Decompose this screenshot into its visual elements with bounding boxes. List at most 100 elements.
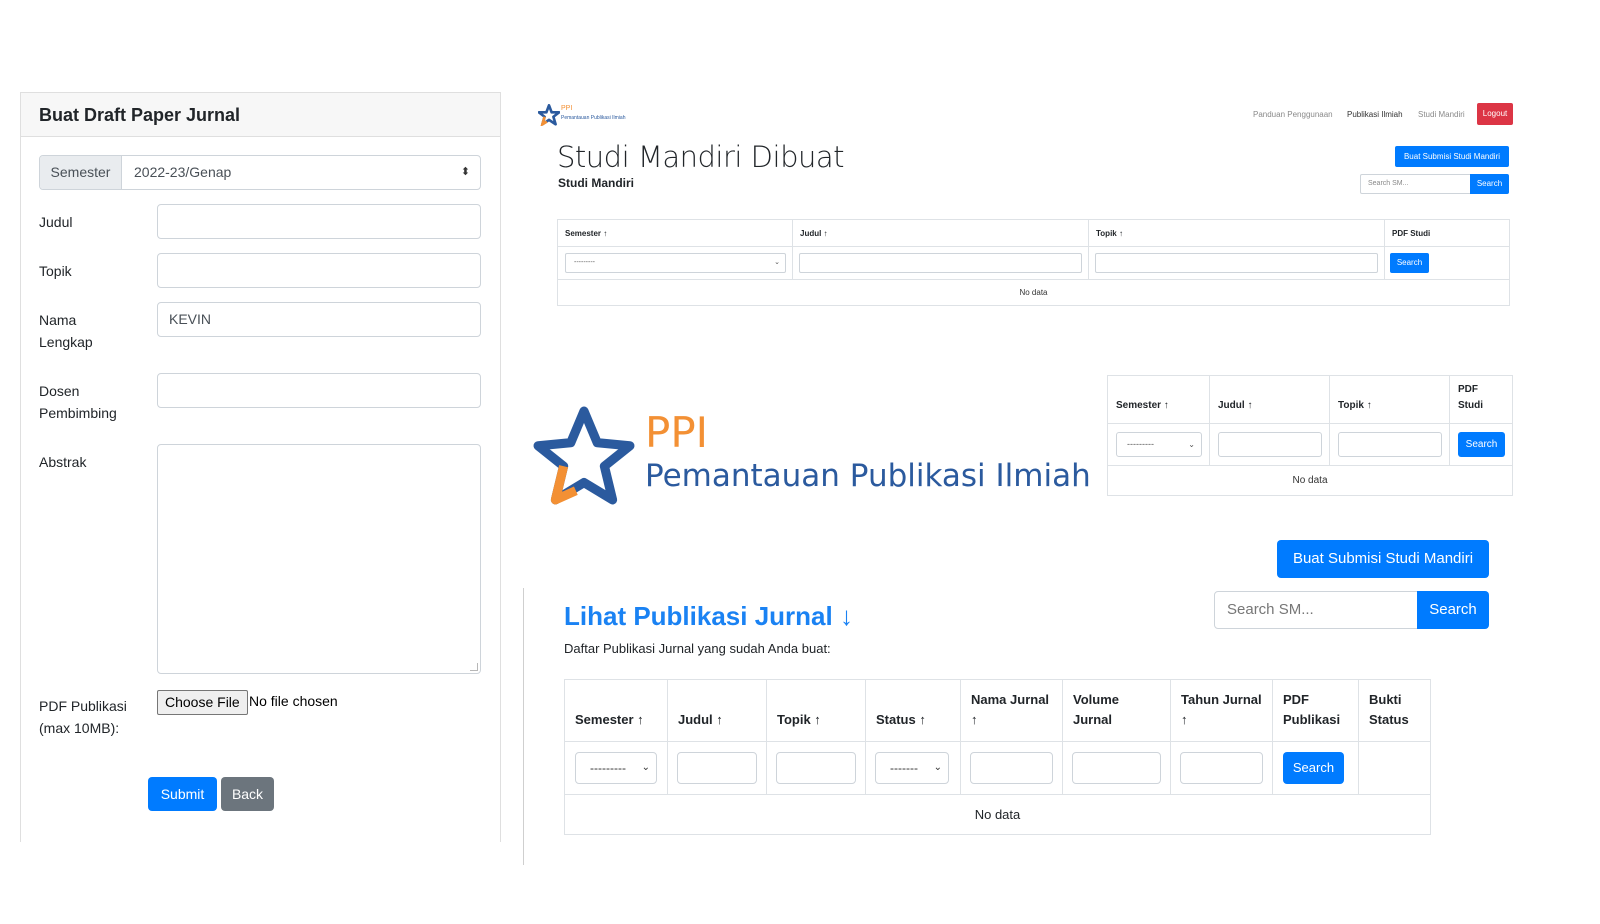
filter-cell <box>1171 742 1273 795</box>
table-header-text: Topik ↑ <box>777 712 821 727</box>
filter-cell: Search <box>1273 742 1359 795</box>
judul-filter-input[interactable] <box>1218 432 1322 457</box>
semester-filter-select[interactable]: --------- ⌄ <box>565 253 786 273</box>
mini-studi-table: Semester ↑ Judul ↑ Topik ↑ PDF Studi ---… <box>557 219 1510 306</box>
mini-buat-submisi-button[interactable]: Buat Submisi Studi Mandiri <box>1395 146 1509 167</box>
semester-filter-value: --------- <box>574 259 595 266</box>
volume-jurnal-filter-input[interactable] <box>1072 752 1161 784</box>
filter-cell: ------- ⌄ <box>866 742 961 795</box>
card-header: Buat Draft Paper Jurnal <box>21 93 500 137</box>
table-header-text: Topik ↑ <box>1338 400 1372 411</box>
topik-filter-input[interactable] <box>776 752 856 784</box>
table-header: Bukti Status <box>1359 680 1431 742</box>
table-search-button[interactable]: Search <box>1283 752 1344 784</box>
table-header-text: Status ↑ <box>876 712 926 727</box>
topik-input[interactable] <box>157 253 481 288</box>
table-header[interactable]: Semester ↑ <box>565 680 668 742</box>
filter-cell: Search <box>1450 424 1513 466</box>
divider <box>523 588 524 865</box>
filter-cell: --------- ⌄ <box>558 247 793 280</box>
judul-filter-input[interactable] <box>677 752 757 784</box>
no-data-text: No data <box>974 807 1021 822</box>
filter-cell <box>1210 424 1330 466</box>
filter-cell <box>961 742 1063 795</box>
search-button[interactable]: Search <box>1417 591 1489 629</box>
nav-panduan-penggunaan[interactable]: Panduan Penggunaan <box>1253 110 1333 119</box>
nama-lengkap-label: Nama Lengkap <box>39 312 93 350</box>
table-search-button[interactable]: Search <box>1390 253 1429 273</box>
filter-cell <box>793 247 1089 280</box>
table-header[interactable]: Topik ↑ <box>1089 220 1385 247</box>
mid-studi-table: Semester ↑ Judul ↑ Topik ↑ PDF Studi ---… <box>1107 375 1513 496</box>
judul-input[interactable] <box>157 204 481 239</box>
topik-filter-input[interactable] <box>1095 253 1378 273</box>
submit-button[interactable]: Submit <box>148 777 217 811</box>
buat-submisi-button[interactable]: Buat Submisi Studi Mandiri <box>1277 540 1489 578</box>
page-description: Daftar Publikasi Jurnal yang sudah Anda … <box>564 641 831 656</box>
status-filter-value: ------- <box>890 761 918 775</box>
choose-file-button[interactable]: Choose File <box>157 690 248 715</box>
chevron-down-icon: ⌄ <box>933 762 942 773</box>
table-header[interactable]: Semester ↑ <box>1108 376 1210 424</box>
no-data-text: No data <box>1292 475 1328 486</box>
table-header[interactable]: Judul ↑ <box>1210 376 1330 424</box>
filter-cell <box>1089 247 1385 280</box>
mini-search-button[interactable]: Search <box>1470 174 1509 194</box>
nama-jurnal-filter-input[interactable] <box>970 752 1053 784</box>
table-header-text: Semester ↑ <box>575 712 644 727</box>
abstrak-label: Abstrak <box>39 454 87 470</box>
nav-publikasi-ilmiah[interactable]: Publikasi Ilmiah <box>1347 110 1403 119</box>
table-header-text: Bukti Status <box>1369 692 1409 727</box>
page-title: Lihat Publikasi Jurnal ↓ <box>564 601 853 631</box>
mini-search-input[interactable]: Search SM... <box>1360 174 1472 194</box>
table-header[interactable]: Status ↑ <box>866 680 961 742</box>
filter-cell <box>767 742 866 795</box>
tahun-jurnal-filter-input[interactable] <box>1180 752 1263 784</box>
table-header[interactable]: Topik ↑ <box>767 680 866 742</box>
table-header-text: Semester ↑ <box>1116 400 1169 411</box>
chevron-down-icon: ⌄ <box>1188 440 1195 449</box>
table-header[interactable]: Semester ↑ <box>558 220 793 247</box>
nav-studi-mandiri[interactable]: Studi Mandiri <box>1418 110 1465 119</box>
judul-filter-input[interactable] <box>799 253 1082 273</box>
back-button[interactable]: Back <box>221 777 274 811</box>
pdf-publikasi-label: PDF Publikasi (max 10MB): <box>39 698 127 736</box>
table-header: PDF Studi <box>1385 220 1510 247</box>
big-logo-subtitle: Pemantauan Publikasi Ilmiah <box>645 458 1091 494</box>
draft-paper-card: Buat Draft Paper Jurnal Semester 2022-23… <box>20 92 501 842</box>
table-header[interactable]: Judul ↑ <box>668 680 767 742</box>
no-data-text: No data <box>1019 288 1048 297</box>
nama-lengkap-input[interactable]: KEVIN <box>157 302 481 337</box>
topik-filter-input[interactable] <box>1338 432 1442 457</box>
resize-grip-icon[interactable] <box>470 663 478 671</box>
table-header: PDF Studi <box>1450 376 1513 424</box>
no-file-text: No file chosen <box>249 693 338 709</box>
semester-label: Semester <box>40 156 122 189</box>
table-header[interactable]: Topik ↑ <box>1330 376 1450 424</box>
table-header[interactable]: Tahun Jurnal ↑ <box>1171 680 1273 742</box>
semester-filter-select[interactable]: --------- ⌄ <box>575 752 657 784</box>
card-title: Buat Draft Paper Jurnal <box>39 105 241 125</box>
mini-logo-ppi: PPI <box>561 105 573 112</box>
mini-logo-subtitle: Pemantauan Publikasi Ilmiah <box>561 115 626 121</box>
semester-filter-value: --------- <box>590 761 626 775</box>
abstrak-textarea[interactable] <box>157 444 481 674</box>
semester-select[interactable]: Semester 2022-23/Genap ⬍ <box>39 155 481 190</box>
ppi-star-logo-icon <box>538 104 560 126</box>
status-filter-select[interactable]: ------- ⌄ <box>875 752 949 784</box>
select-caret-icon: ⬍ <box>460 166 470 178</box>
filter-cell: --------- ⌄ <box>1108 424 1210 466</box>
semester-value: 2022-23/Genap <box>134 164 232 180</box>
table-header-text: Volume Jurnal <box>1073 692 1119 727</box>
logout-button[interactable]: Logout <box>1477 103 1513 125</box>
mini-page-subtitle: Studi Mandiri <box>558 176 634 190</box>
table-search-button[interactable]: Search <box>1458 432 1505 457</box>
dosen-pembimbing-input[interactable] <box>157 373 481 408</box>
chevron-down-icon: ⌄ <box>641 762 650 773</box>
filter-cell <box>1359 742 1431 795</box>
search-input[interactable]: Search SM... <box>1214 591 1418 629</box>
table-header[interactable]: Nama Jurnal ↑ <box>961 680 1063 742</box>
table-header[interactable]: Judul ↑ <box>793 220 1089 247</box>
semester-filter-select[interactable]: --------- ⌄ <box>1116 432 1202 457</box>
filter-cell <box>668 742 767 795</box>
